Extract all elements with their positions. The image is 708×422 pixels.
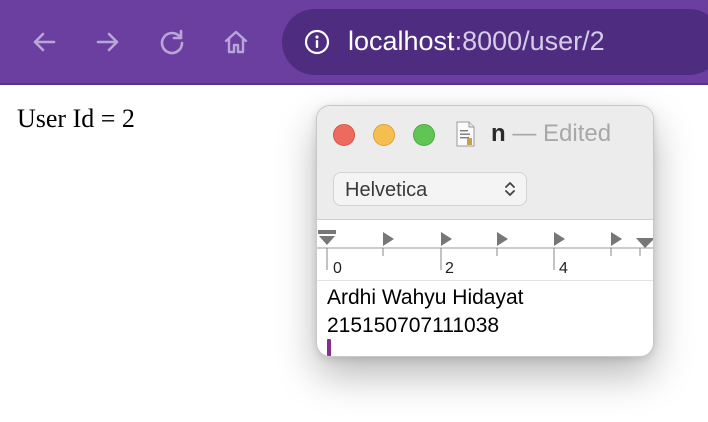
url-host: localhost	[348, 26, 455, 56]
font-family-popup[interactable]: Helvetica	[333, 172, 527, 206]
document-name: n	[491, 120, 506, 147]
font-family-label: Helvetica	[345, 179, 428, 201]
window-titlebar[interactable]: n — Edited Helvetica	[317, 106, 653, 220]
ruler-label-2: 2	[445, 260, 454, 277]
url-path: :8000/user/2	[454, 26, 605, 56]
ruler-label-4: 4	[559, 260, 568, 277]
minimize-button[interactable]	[373, 124, 395, 146]
home-button[interactable]	[218, 24, 254, 60]
reload-button[interactable]	[154, 24, 190, 60]
reload-icon	[160, 29, 184, 55]
back-button[interactable]	[26, 24, 62, 60]
arrow-right-icon	[96, 32, 119, 52]
window-title: n — Edited	[491, 119, 611, 149]
text-cursor	[327, 339, 331, 356]
browser-toolbar: localhost:8000/user/2	[0, 0, 708, 85]
home-icon	[224, 30, 248, 54]
forward-button[interactable]	[90, 24, 126, 60]
zoom-button[interactable]	[413, 124, 435, 146]
document-line: Ardhi Wahyu Hidayat	[327, 286, 524, 309]
document-text-area[interactable]: Ardhi Wahyu Hidayat 215150707111038	[327, 284, 523, 340]
chevron-updown-icon	[505, 182, 515, 196]
close-button[interactable]	[333, 124, 355, 146]
user-id-text: User Id = 2	[17, 104, 135, 133]
title-separator: —	[512, 120, 537, 147]
edited-status: Edited	[543, 120, 612, 147]
ruler-graphic	[317, 230, 653, 270]
arrow-left-icon	[33, 32, 56, 52]
ruler-label-0: 0	[333, 260, 342, 277]
url-text[interactable]: localhost:8000/user/2	[348, 24, 605, 58]
textedit-window: n — Edited Helvetica 0 2 4 Ardhi Wahyu H…	[316, 105, 654, 357]
ruler[interactable]: 0 2 4	[317, 220, 653, 281]
document-icon[interactable]	[455, 121, 475, 147]
address-bar[interactable]: localhost:8000/user/2	[282, 9, 708, 75]
document-line: 215150707111038	[327, 314, 500, 337]
info-icon[interactable]	[304, 29, 330, 55]
